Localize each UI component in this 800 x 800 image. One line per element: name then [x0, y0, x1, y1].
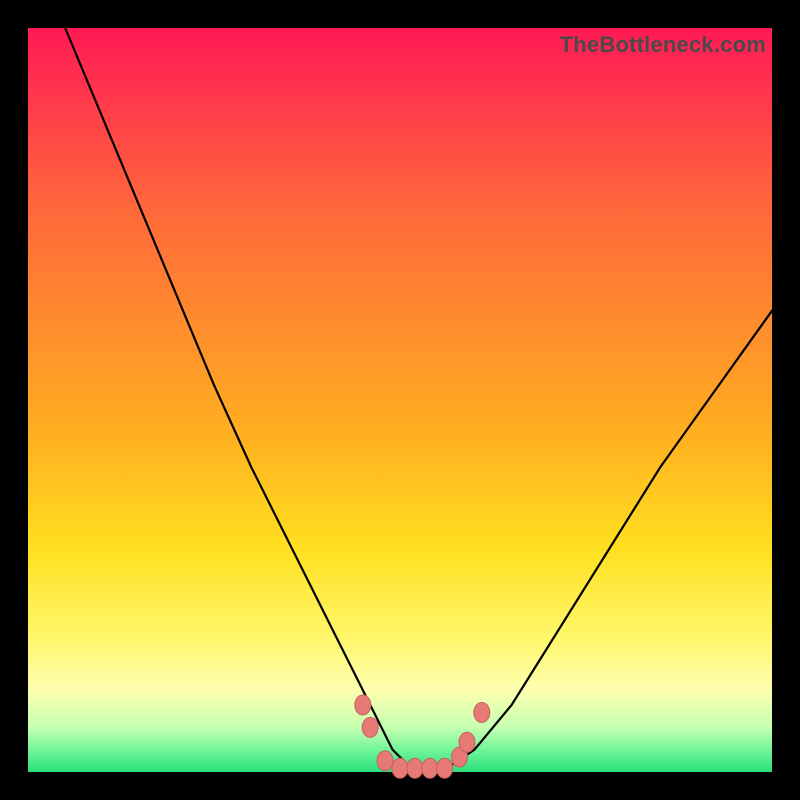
bottleneck-curve [65, 28, 772, 768]
curve-marker [407, 758, 423, 778]
markers-group [355, 695, 490, 778]
curve-marker [377, 751, 393, 771]
curve-marker [355, 695, 371, 715]
chart-frame: TheBottleneck.com [0, 0, 800, 800]
plot-area: TheBottleneck.com [28, 28, 772, 772]
curve-marker [437, 758, 453, 778]
curve-marker [422, 758, 438, 778]
curve-marker [474, 703, 490, 723]
chart-svg [28, 28, 772, 772]
curve-marker [392, 758, 408, 778]
curve-marker [362, 717, 378, 737]
curve-marker [459, 732, 475, 752]
